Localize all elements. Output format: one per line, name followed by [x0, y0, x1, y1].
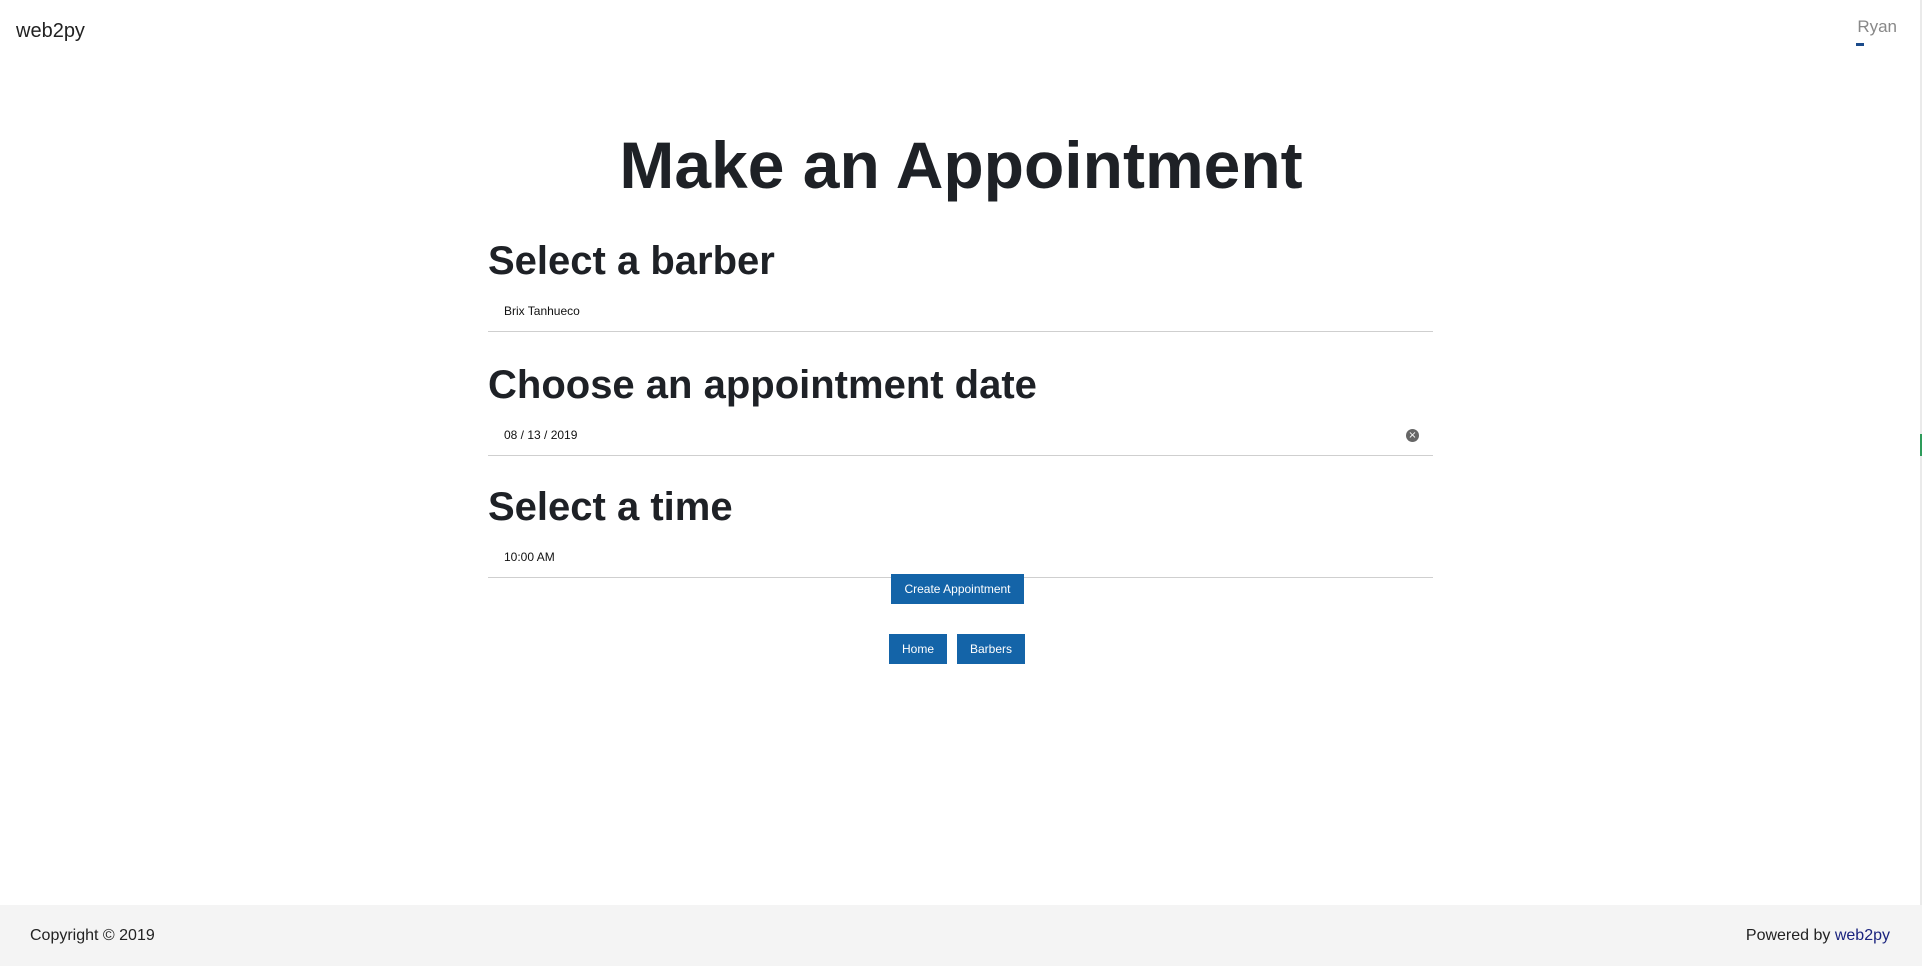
date-input-value: 08 / 13 / 2019	[504, 428, 578, 442]
user-menu-indicator	[1856, 43, 1864, 46]
web2py-link[interactable]: web2py	[1835, 927, 1890, 944]
time-select[interactable]: 10:00 AM	[488, 542, 1433, 578]
time-heading: Select a time	[488, 485, 733, 529]
barbers-button[interactable]: Barbers	[957, 634, 1025, 664]
barber-heading: Select a barber	[488, 239, 775, 283]
time-select-value: 10:00 AM	[504, 550, 555, 564]
brand-link[interactable]: web2py	[16, 20, 85, 43]
barber-select-value: Brix Tanhueco	[504, 304, 580, 318]
navbar: web2py Ryan	[0, 0, 1922, 62]
page-title: Make an Appointment	[619, 128, 1303, 202]
user-menu[interactable]: Ryan	[1857, 17, 1897, 37]
powered-by: Powered by web2py	[1746, 927, 1890, 945]
barber-select[interactable]: Brix Tanhueco	[488, 296, 1433, 332]
date-input[interactable]: 08 / 13 / 2019 ×	[488, 420, 1433, 456]
time-section: Select a time 10:00 AM	[488, 484, 1433, 578]
footer: Copyright © 2019 Powered by web2py	[0, 905, 1922, 966]
create-appointment-button[interactable]: Create Appointment	[891, 574, 1024, 604]
clear-icon[interactable]: ×	[1406, 429, 1419, 442]
barber-section: Select a barber Brix Tanhueco	[488, 238, 1433, 332]
date-section: Choose an appointment date 08 / 13 / 201…	[488, 362, 1433, 456]
powered-by-label: Powered by	[1745, 927, 1831, 944]
copyright-text: Copyright © 2019	[30, 927, 155, 944]
date-heading: Choose an appointment date	[488, 363, 1037, 407]
home-button[interactable]: Home	[889, 634, 947, 664]
